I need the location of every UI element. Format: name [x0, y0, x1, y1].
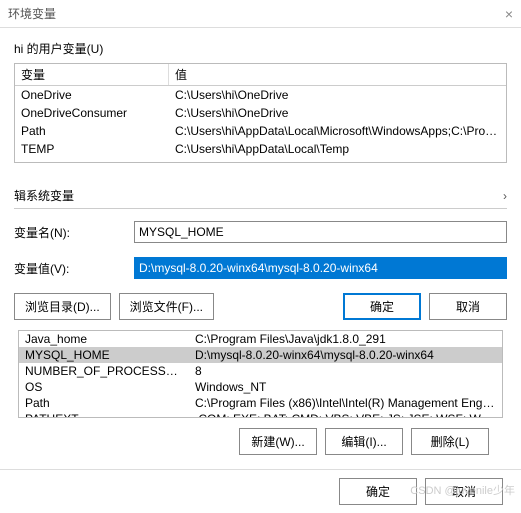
var-value-input[interactable]: D:\mysql-8.0.20-winx64\mysql-8.0.20-winx…: [134, 257, 507, 279]
ok-button[interactable]: 确定: [343, 293, 421, 320]
chevron-right-icon[interactable]: ›: [503, 189, 507, 203]
cell-value: 8: [189, 363, 502, 379]
cell-name: OS: [19, 379, 189, 395]
cell-value: C:\Users\hi\OneDrive: [169, 104, 506, 122]
cell-name: Path: [19, 395, 189, 411]
watermark: CSDN @juvenile少年: [410, 482, 515, 498]
cell-value: C:\Users\hi\AppData\Local\Temp: [169, 158, 506, 163]
user-vars-table[interactable]: 变量 值 OneDriveC:\Users\hi\OneDriveOneDriv…: [14, 63, 507, 163]
system-vars-table[interactable]: Java_homeC:\Program Files\Java\jdk1.8.0_…: [18, 330, 503, 418]
dialog-ok-button[interactable]: 确定: [339, 478, 417, 505]
cell-name: Path: [15, 122, 169, 140]
table-row[interactable]: OneDriveC:\Users\hi\OneDrive: [15, 86, 506, 104]
cell-value: Windows_NT: [189, 379, 502, 395]
table-row[interactable]: OSWindows_NT: [19, 379, 502, 395]
cell-value: C:\Users\hi\AppData\Local\Microsoft\Wind…: [169, 122, 506, 140]
cell-value: C:\Program Files\Java\jdk1.8.0_291: [189, 331, 502, 347]
table-row[interactable]: OneDriveConsumerC:\Users\hi\OneDrive: [15, 104, 506, 122]
table-header: 变量 值: [15, 64, 506, 86]
cell-name: TMP: [15, 158, 169, 163]
table-row[interactable]: NUMBER_OF_PROCESSORS8: [19, 363, 502, 379]
window-title: 环境变量: [8, 5, 56, 22]
cell-name: TEMP: [15, 140, 169, 158]
edit-button[interactable]: 编辑(I)...: [325, 428, 403, 455]
cell-name: NUMBER_OF_PROCESSORS: [19, 363, 189, 379]
browse-file-button[interactable]: 浏览文件(F)...: [119, 293, 214, 320]
cell-value: C:\Users\hi\OneDrive: [169, 86, 506, 104]
titlebar: 环境变量 ×: [0, 0, 521, 28]
delete-button[interactable]: 删除(L): [411, 428, 489, 455]
table-row[interactable]: MYSQL_HOMED:\mysql-8.0.20-winx64\mysql-8…: [19, 347, 502, 363]
new-button[interactable]: 新建(W)...: [239, 428, 317, 455]
cell-name: Java_home: [19, 331, 189, 347]
table-row[interactable]: TMPC:\Users\hi\AppData\Local\Temp: [15, 158, 506, 163]
var-name-label: 变量名(N):: [14, 224, 134, 241]
table-row[interactable]: TEMPC:\Users\hi\AppData\Local\Temp: [15, 140, 506, 158]
var-value-label: 变量值(V):: [14, 260, 134, 277]
var-name-input[interactable]: [134, 221, 507, 243]
cell-value: C:\Users\hi\AppData\Local\Temp: [169, 140, 506, 158]
browse-dir-button[interactable]: 浏览目录(D)...: [14, 293, 111, 320]
edit-button-row: 浏览目录(D)... 浏览文件(F)... 确定 取消: [14, 293, 507, 320]
cell-value: D:\mysql-8.0.20-winx64\mysql-8.0.20-winx…: [189, 347, 502, 363]
edit-dialog-title: 辑系统变量: [14, 187, 74, 204]
cancel-button[interactable]: 取消: [429, 293, 507, 320]
edit-dialog-title-row: 辑系统变量 ›: [14, 183, 507, 209]
cell-name: PATHEXT: [19, 411, 189, 418]
cell-name: OneDrive: [15, 86, 169, 104]
cell-value: C:\Program Files (x86)\Intel\Intel(R) Ma…: [189, 395, 502, 411]
table-row[interactable]: Java_homeC:\Program Files\Java\jdk1.8.0_…: [19, 331, 502, 347]
cell-name: OneDriveConsumer: [15, 104, 169, 122]
edit-form: 变量名(N): 变量值(V): D:\mysql-8.0.20-winx64\m…: [14, 209, 507, 320]
main-content: hi 的用户变量(U) 变量 值 OneDriveC:\Users\hi\One…: [0, 28, 521, 465]
header-value[interactable]: 值: [169, 64, 506, 85]
cell-value: .COM;.EXE;.BAT;.CMD;.VBS;.VBE;.JS;.JSE;.…: [189, 411, 502, 418]
cell-name: MYSQL_HOME: [19, 347, 189, 363]
table-row[interactable]: PathC:\Users\hi\AppData\Local\Microsoft\…: [15, 122, 506, 140]
table-row[interactable]: PATHEXT.COM;.EXE;.BAT;.CMD;.VBS;.VBE;.JS…: [19, 411, 502, 418]
table-row[interactable]: PathC:\Program Files (x86)\Intel\Intel(R…: [19, 395, 502, 411]
edit-dialog: 辑系统变量 › 变量名(N): 变量值(V): D:\mysql-8.0.20-…: [14, 183, 507, 320]
user-vars-title: hi 的用户变量(U): [14, 40, 507, 57]
close-icon[interactable]: ×: [505, 6, 513, 22]
system-vars-buttons: 新建(W)... 编辑(I)... 删除(L): [14, 418, 507, 465]
header-name[interactable]: 变量: [15, 64, 169, 85]
